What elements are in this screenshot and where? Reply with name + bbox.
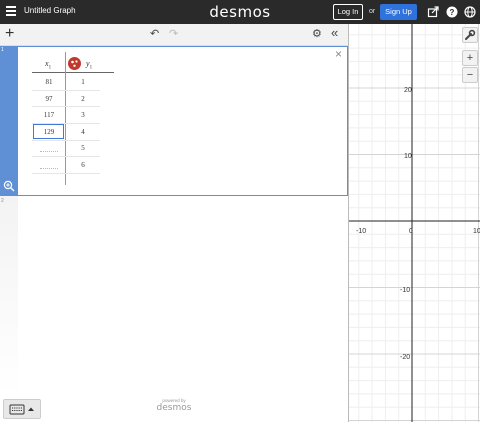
table-cell-x[interactable]: 81 — [33, 74, 65, 90]
table-cell-x[interactable]: 129 — [33, 124, 65, 140]
table-cell-y[interactable]: 1 — [67, 74, 99, 90]
svg-text:?: ? — [450, 8, 455, 17]
expression-index: 1 — [1, 47, 4, 53]
signup-button[interactable]: Sign Up — [380, 4, 417, 20]
zoom-fit-icon[interactable] — [3, 180, 15, 192]
table-cell-y[interactable]: 6 — [67, 157, 99, 173]
graph-title[interactable]: Untitled Graph — [24, 6, 76, 15]
row-divider — [32, 173, 100, 174]
column-header-y[interactable]: y1 — [86, 59, 92, 71]
redo-icon[interactable]: ↷ — [169, 28, 178, 40]
add-item-button[interactable]: + — [5, 25, 14, 43]
column-header-x[interactable]: x1 — [45, 59, 51, 71]
top-bar: Untitled Graph desmos Log In or Sign Up … — [0, 0, 480, 24]
table-cell-y[interactable]: 2 — [67, 91, 99, 107]
table-cell-x[interactable]: 97 — [33, 91, 65, 107]
login-button[interactable]: Log In — [333, 4, 363, 20]
menu-icon[interactable] — [6, 6, 16, 16]
gear-icon[interactable]: ⚙ — [312, 28, 322, 40]
zoom-out-button[interactable]: − — [462, 67, 478, 83]
expression-gutter[interactable]: 1 — [0, 46, 18, 196]
table-cell-x[interactable]: 117 — [33, 107, 65, 123]
table-header-divider — [32, 72, 114, 73]
wrench-icon — [465, 29, 476, 40]
x-tick-label: 0 — [409, 228, 413, 235]
table-cell-y[interactable]: 3 — [67, 107, 99, 123]
y-tick-label: 10 — [404, 153, 412, 160]
x-tick-label: -10 — [356, 228, 366, 235]
table-cell-x-empty[interactable] — [40, 168, 58, 169]
expression-gutter[interactable]: 2 — [0, 196, 18, 396]
globe-icon[interactable] — [464, 6, 476, 18]
table-cell-x-empty[interactable] — [40, 151, 58, 152]
zoom-in-button[interactable]: + — [462, 50, 478, 66]
undo-icon[interactable]: ↶ — [150, 28, 159, 40]
help-icon[interactable]: ? — [446, 6, 458, 18]
graph-grid: -10 0 10 20 10 -10 -20 — [349, 24, 480, 422]
desmos-app: Untitled Graph desmos Log In or Sign Up … — [0, 0, 480, 422]
point-style-icon[interactable] — [68, 57, 81, 70]
powered-by-desmos: powered by desmos — [153, 398, 195, 413]
share-icon[interactable] — [427, 6, 439, 18]
delete-expression-button[interactable]: × — [335, 48, 342, 60]
table-column-divider — [65, 52, 66, 185]
keyboard-icon — [9, 404, 34, 415]
graph-settings-button[interactable] — [462, 27, 478, 43]
x-tick-label: 10 — [473, 228, 480, 235]
keyboard-toggle-button[interactable] — [3, 399, 41, 419]
table-cell-y[interactable]: 5 — [67, 140, 99, 156]
expression-index: 2 — [1, 198, 4, 204]
y-tick-label: -10 — [400, 287, 410, 294]
y-tick-label: 20 — [404, 87, 412, 94]
y-tick-label: -20 — [400, 354, 410, 361]
or-text: or — [369, 8, 376, 15]
powered-by-brand: desmos — [156, 403, 192, 413]
graph-paper[interactable]: -10 0 10 20 10 -10 -20 — [348, 24, 480, 422]
expression-toolbar: + ↶ ↷ ⚙ « — [0, 24, 348, 46]
collapse-list-button[interactable]: « — [331, 26, 338, 40]
table-cell-y[interactable]: 4 — [67, 124, 99, 140]
